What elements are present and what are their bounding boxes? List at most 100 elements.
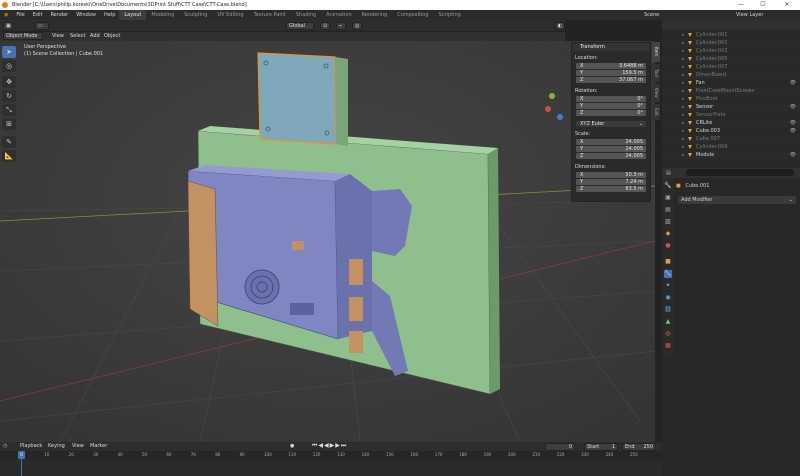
maximize-button[interactable]: ☐ [752,0,774,10]
outliner-item-name[interactable]: DriverBoard [696,71,726,79]
tab-layout[interactable]: Layout [119,10,147,20]
expand-icon[interactable]: ▸ [682,87,684,95]
tab-texture-paint[interactable]: Texture Paint [249,10,291,20]
menu-view[interactable]: View [52,32,64,41]
location-y-field[interactable]: Y 159.5 m [576,70,646,76]
menu-render[interactable]: Render [46,10,72,20]
outliner-row[interactable]: ▸ Fan 👁 [662,79,800,87]
view-layer-selector[interactable]: View Layer [732,10,767,20]
particles-props-icon[interactable]: ✦ [664,282,672,290]
visibility-eye-icon[interactable]: 👁 [790,151,796,159]
menu-window[interactable]: Window [72,10,100,20]
scale-z-field[interactable]: Z 24.005 [576,153,646,159]
outliner-row[interactable]: ▸ Cylinder.005 [662,55,800,63]
tab-rendering[interactable]: Rendering [357,10,393,20]
measure-tool-icon[interactable]: 📐 [2,150,16,162]
annotate-tool-icon[interactable]: ✎ [2,136,16,148]
menu-marker[interactable]: Marker [90,442,107,451]
outliner-item-name[interactable]: Module [696,151,714,159]
view-layer-props-icon[interactable]: ▧ [664,218,672,226]
menu-add[interactable]: Add [90,32,100,41]
rotation-mode-dropdown[interactable]: XYZ Euler ⌄ [576,121,646,127]
modifier-props-icon[interactable]: 🔧 [664,270,672,278]
outliner-item-name[interactable]: Cylinder.005 [696,55,727,63]
tab-shading[interactable]: Shading [291,10,321,20]
material-props-icon[interactable]: ◍ [664,330,672,338]
editor-type-icon[interactable]: ▣ [3,22,13,30]
expand-icon[interactable]: ▸ [682,95,684,103]
tab-uv-editing[interactable]: UV Editing [212,10,248,20]
rotation-y-field[interactable]: Y 0° [576,103,646,109]
snap-icon[interactable]: ⌁ [336,22,346,30]
tab-sculpting[interactable]: Sculpting [179,10,212,20]
mode-dropdown[interactable]: Object Mode [3,32,43,40]
expand-icon[interactable]: ▸ [682,71,684,79]
scale-y-field[interactable]: Y 24.005 [576,146,646,152]
scene-props-icon[interactable]: ◆ [664,230,672,238]
outliner-item-name[interactable]: Cylinder.001 [696,31,727,39]
expand-icon[interactable]: ▸ [682,31,684,39]
outliner-item-name[interactable]: Fan [696,79,705,87]
menu-file[interactable]: File [12,10,28,20]
location-z-field[interactable]: Z 37.067 m [576,77,646,83]
pivot-icon[interactable]: ⊙ [320,22,330,30]
add-modifier-dropdown[interactable]: Add Modifier ⌄ [678,196,796,204]
outliner-row[interactable]: ▸ CRLite 👁 [662,119,800,127]
dimensions-z-field[interactable]: Z 83.5 m [576,186,646,192]
outliner-item-name[interactable]: PicoBoot [696,95,718,103]
menu-edit[interactable]: Edit [29,10,47,20]
rotate-tool-icon[interactable]: ↻ [2,90,16,102]
3d-viewport[interactable] [0,41,655,442]
outliner-row[interactable]: ▸ PicoBoot [662,95,800,103]
tab-compositing[interactable]: Compositing [392,10,433,20]
physics-props-icon[interactable]: ◉ [664,294,672,302]
visibility-eye-icon[interactable]: 👁 [790,119,796,127]
playback-controls[interactable]: ⏮◀◀▶▶⏭ [312,442,347,450]
expand-icon[interactable]: ▸ [682,135,684,143]
expand-icon[interactable]: ▸ [682,119,684,127]
visibility-icon[interactable]: ◐ [555,22,565,30]
tab-view[interactable]: View [652,84,660,102]
expand-icon[interactable]: ▸ [682,111,684,119]
object-props-icon[interactable]: ■ [664,258,672,266]
menu-help[interactable]: Help [100,10,119,20]
visibility-eye-icon[interactable]: 👁 [790,79,796,87]
expand-icon[interactable]: ▸ [682,151,684,159]
expand-icon[interactable]: ▸ [682,143,684,151]
scale-x-field[interactable]: X 24.005 [576,139,646,145]
transform-tool-icon[interactable]: ⊞ [2,118,16,130]
outliner-row[interactable]: ▸ Cylinder.001 [662,31,800,39]
menu-select[interactable]: Select [70,32,85,41]
outliner-row[interactable]: ▸ Cylinder.009 [662,143,800,151]
move-tool-icon[interactable]: ✥ [2,76,16,88]
output-props-icon[interactable]: ▤ [664,206,672,214]
start-frame-field[interactable]: Start 1 [584,443,618,451]
outliner-item-name[interactable]: CRLite [696,119,712,127]
texture-props-icon[interactable]: ▦ [664,342,672,350]
blender-menu-icon[interactable]: ◉ [0,10,12,20]
tab-scripting[interactable]: Scripting [434,10,466,20]
cursor-tool-icon[interactable]: ◎ [2,60,16,72]
outliner-row[interactable]: ▸ DriverBoard [662,71,800,79]
object-name[interactable]: Cube.001 [685,183,709,189]
expand-icon[interactable]: ▸ [682,39,684,47]
rotation-x-field[interactable]: X 0° [576,96,646,102]
tool-props-icon[interactable]: 🔧 [664,182,672,190]
data-props-icon[interactable]: ▲ [664,318,672,326]
outliner-item-name[interactable]: Cylinder.007 [696,63,727,71]
menu-object[interactable]: Object [104,32,120,41]
outliner-row[interactable]: ▸ Cylinder.007 [662,63,800,71]
outliner-row[interactable]: ▸ SensorPlate [662,111,800,119]
outliner-item-name[interactable]: Cylinder.003 [696,47,727,55]
close-button[interactable]: ✕ [776,0,798,10]
world-props-icon[interactable]: ● [664,242,672,250]
expand-icon[interactable]: ▸ [682,63,684,71]
end-frame-field[interactable]: End 250 [622,443,656,451]
scale-tool-icon[interactable]: ⤡ [2,104,16,116]
location-x-field[interactable]: X 3.6488 m [576,63,646,69]
dimensions-x-field[interactable]: X 50.3 m [576,172,646,178]
outliner-item-name[interactable]: Cube.007 [696,135,720,143]
constraints-props-icon[interactable]: ⛓ [664,306,672,314]
expand-icon[interactable]: ▸ [682,103,684,111]
rotation-z-field[interactable]: Z 0° [576,110,646,116]
